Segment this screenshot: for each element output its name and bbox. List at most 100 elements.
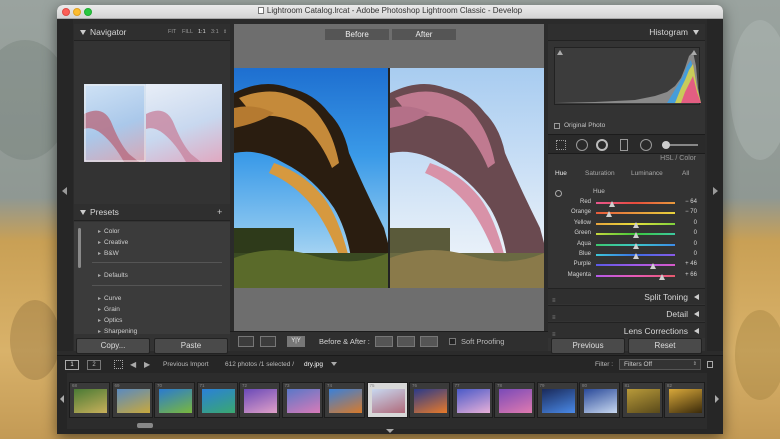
tab-luminance[interactable]: Luminance [631,170,663,177]
filmstrip-thumbnail[interactable]: 68 [69,382,110,418]
preset-sharpening[interactable]: Sharpening [98,328,137,335]
reset-button[interactable]: Reset [628,338,702,354]
filmstrip-scroll-right-icon[interactable] [715,395,719,403]
split-toning-header[interactable]: ≡ Split Toning [548,288,705,304]
previous-button[interactable]: Previous [551,338,625,354]
hsl-row-value[interactable]: 0 [681,251,697,257]
radial-filter-icon[interactable] [640,139,652,151]
filter-select[interactable]: Filters Off ⇕ [619,359,701,370]
hsl-slider-track[interactable] [596,264,675,267]
filmstrip-scrollbar[interactable] [137,423,153,428]
preset-grain[interactable]: Grain [98,306,120,313]
detail-expand-icon[interactable] [694,311,699,317]
filmstrip-thumbnail[interactable]: 78 [494,382,535,418]
filename-dropdown-icon[interactable] [331,362,337,366]
preset-curve[interactable]: Curve [98,295,121,302]
filmstrip-collapse-icon[interactable] [386,429,394,433]
right-panel-toggle-icon[interactable] [713,187,718,195]
zoom-3-1[interactable]: 3:1 [211,24,219,41]
before-image[interactable] [234,68,388,288]
filmstrip-thumbnail[interactable]: 76 [409,382,450,418]
tab-saturation[interactable]: Saturation [585,170,615,177]
hsl-slider-knob[interactable] [632,232,639,239]
presets-header[interactable]: Presets + [74,204,230,221]
add-preset-icon[interactable]: + [217,204,222,221]
filmstrip-scroll-left-icon[interactable] [60,395,64,403]
hsl-row-value[interactable]: + 66 [681,272,697,278]
zoom-fit[interactable]: FIT [168,24,176,41]
highlight-clipping-icon[interactable] [691,50,697,55]
histogram-collapse-icon[interactable] [693,30,699,35]
filmstrip-thumbnail[interactable]: 82 [664,382,705,418]
screen-2-button[interactable]: 2 [87,360,101,370]
hsl-row-value[interactable]: 0 [681,241,697,247]
filmstrip-thumbnail[interactable]: 80 [579,382,620,418]
original-photo-checkbox[interactable] [554,123,560,129]
preset-optics[interactable]: Optics [98,317,122,324]
presets-collapse-icon[interactable] [80,210,86,215]
hsl-row-value[interactable]: + 46 [681,261,697,267]
lens-corrections-header[interactable]: ≡ Lens Corrections [548,322,705,338]
copy-button[interactable]: Copy... [76,338,150,354]
filmstrip-thumbnail[interactable]: 71 [196,382,238,418]
hsl-slider-knob[interactable] [632,253,639,259]
hsl-slider-knob[interactable] [649,263,656,270]
tab-hue[interactable]: Hue [555,170,567,177]
navigator-preview[interactable] [84,84,222,162]
preset-creative[interactable]: Creative [98,239,128,246]
left-panel-toggle-icon[interactable] [62,187,67,195]
soft-proofing-checkbox[interactable] [449,338,456,345]
paste-button[interactable]: Paste [154,338,228,354]
after-image[interactable] [390,68,544,288]
swap-before-after-button[interactable] [420,336,438,347]
hsl-slider-knob[interactable] [606,211,613,218]
lens-corrections-expand-icon[interactable] [694,328,699,334]
filmstrip-thumbnail[interactable]: 75 [366,382,408,418]
filmstrip-thumbnail[interactable]: 73 [281,382,323,418]
filmstrip-thumbnail[interactable]: 81 [621,382,663,418]
filmstrip-thumbnail[interactable]: 77 [451,382,493,418]
hsl-slider-knob[interactable] [632,242,639,249]
hsl-row-value[interactable]: − 70 [681,209,697,215]
navigator-header[interactable]: Navigator FIT FILL 1:1 3:1 ⇕ [74,24,230,41]
right-panel-rail[interactable] [707,19,723,351]
filter-lock-icon[interactable] [707,361,713,368]
preset-bw[interactable]: B&W [98,250,119,257]
forward-arrow-icon[interactable]: ▶ [144,360,150,369]
filmstrip-thumbnail[interactable]: 72 [239,382,280,418]
filmstrip-thumbnail[interactable]: 79 [536,382,578,418]
zoom-1-1[interactable]: 1:1 [198,24,206,41]
before-after-view-button[interactable]: Y|Y [287,336,305,347]
filmstrip-thumbnail[interactable]: 69 [111,382,153,418]
filmstrip-thumbnail[interactable]: 70 [154,382,195,418]
shadow-clipping-icon[interactable] [557,50,563,55]
source-label[interactable]: Previous Import [163,361,209,368]
tab-all[interactable]: All [682,170,689,177]
crop-tool-icon[interactable] [576,139,588,151]
histogram-graph[interactable] [554,47,701,105]
detail-header[interactable]: ≡ Detail [548,305,705,321]
grid-view-icon[interactable] [114,360,123,369]
spot-removal-icon[interactable] [596,139,608,151]
split-toning-expand-icon[interactable] [694,294,699,300]
hsl-slider-knob[interactable] [632,221,639,228]
hsl-slider-knob[interactable] [658,273,665,280]
left-panel-rail[interactable] [57,19,73,351]
filmstrip-thumbnail[interactable]: 74 [324,382,365,418]
zoom-dropdown-icon[interactable]: ⇕ [223,24,227,41]
hsl-row-value[interactable]: 0 [681,220,697,226]
compare-layout-button[interactable] [260,336,276,347]
graduated-filter-icon[interactable] [620,139,628,151]
hsl-section-title[interactable]: HSL / Color [660,155,696,162]
adjustment-brush-knob[interactable] [662,141,670,149]
hsl-slider-knob[interactable] [608,201,615,207]
preset-defaults[interactable]: Defaults [98,272,128,279]
copy-after-to-before-button[interactable] [397,336,415,347]
histogram-header[interactable]: Histogram [548,24,705,41]
zoom-fill[interactable]: FILL [182,24,193,41]
grid-overlay-icon[interactable] [556,140,566,150]
back-arrow-icon[interactable]: ◀ [130,360,136,369]
navigator-collapse-icon[interactable] [80,30,86,35]
hsl-row-value[interactable]: − 64 [681,199,697,205]
presets-scrollbar[interactable] [78,228,81,268]
